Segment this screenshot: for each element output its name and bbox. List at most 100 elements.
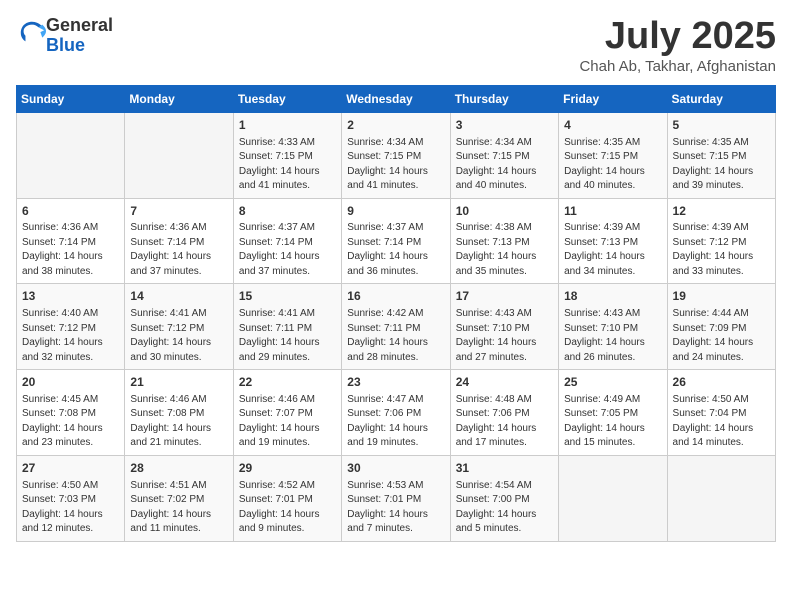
day-number: 2 <box>347 117 444 134</box>
day-number: 8 <box>239 203 336 220</box>
calendar-cell: 6Sunrise: 4:36 AMSunset: 7:14 PMDaylight… <box>17 198 125 284</box>
day-number: 7 <box>130 203 227 220</box>
day-info: Sunrise: 4:52 AMSunset: 7:01 PMDaylight:… <box>239 479 336 537</box>
weekday-header: Thursday <box>450 85 558 112</box>
day-number: 26 <box>673 374 770 391</box>
day-info: Sunrise: 4:44 AMSunset: 7:09 PMDaylight:… <box>673 307 770 365</box>
calendar-week-row: 20 Sunrise: 4:45 AMSunset: 7:08 PMDayligh… <box>17 370 776 456</box>
day-info: Sunrise: 4:35 AMSunset: 7:15 PMDaylight:… <box>673 136 770 194</box>
calendar-cell: 3Sunrise: 4:34 AMSunset: 7:15 PMDaylight… <box>450 112 558 198</box>
day-number: 30 <box>347 460 444 477</box>
month-title: July 2025 <box>579 16 776 58</box>
day-info: Sunrise: 4:37 AMSunset: 7:14 PMDaylight:… <box>239 221 336 279</box>
day-info: Sunrise: 4:36 AMSunset: 7:14 PMDaylight:… <box>130 221 227 279</box>
logo-blue-text: Blue <box>46 35 85 55</box>
day-info: Sunrise: 4:39 AMSunset: 7:13 PMDaylight:… <box>564 221 661 279</box>
calendar-cell: 27 Sunrise: 4:50 AMSunset: 7:03 PMDayligh… <box>17 455 125 541</box>
day-number: 18 <box>564 288 661 305</box>
calendar-cell: 11Sunrise: 4:39 AMSunset: 7:13 PMDayligh… <box>559 198 667 284</box>
day-number: 31 <box>456 460 553 477</box>
day-number: 20 <box>22 374 119 391</box>
calendar-cell: 20 Sunrise: 4:45 AMSunset: 7:08 PMDayligh… <box>17 370 125 456</box>
calendar-cell <box>667 455 775 541</box>
day-info: Sunrise: 4:43 AMSunset: 7:10 PMDaylight:… <box>564 307 661 365</box>
day-number: 16 <box>347 288 444 305</box>
calendar-week-row: 1 Sunrise: 4:33 AMSunset: 7:15 PMDaylight… <box>17 112 776 198</box>
calendar-cell: 22 Sunrise: 4:46 AMSunset: 7:07 PMDayligh… <box>233 370 341 456</box>
calendar-cell: 24Sunrise: 4:48 AMSunset: 7:06 PMDayligh… <box>450 370 558 456</box>
calendar-week-row: 13 Sunrise: 4:40 AMSunset: 7:12 PMDayligh… <box>17 284 776 370</box>
day-number: 14 <box>130 288 227 305</box>
logo-general-text: General <box>46 15 113 35</box>
calendar-cell: 4 Sunrise: 4:35 AMSunset: 7:15 PMDaylight… <box>559 112 667 198</box>
day-info: Sunrise: 4:49 AMSunset: 7:05 PMDaylight:… <box>564 393 661 451</box>
day-info: Sunrise: 4:40 AMSunset: 7:12 PMDaylight:… <box>22 307 119 365</box>
day-number: 21 <box>130 374 227 391</box>
day-number: 28 <box>130 460 227 477</box>
day-info: Sunrise: 4:41 AMSunset: 7:11 PMDaylight:… <box>239 307 336 365</box>
calendar-cell <box>559 455 667 541</box>
day-info: Sunrise: 4:53 AMSunset: 7:01 PMDaylight:… <box>347 479 444 537</box>
day-info: Sunrise: 4:35 AMSunset: 7:15 PMDaylight:… <box>564 136 661 194</box>
weekday-header: Sunday <box>17 85 125 112</box>
day-info: Sunrise: 4:39 AMSunset: 7:12 PMDaylight:… <box>673 221 770 279</box>
calendar-cell: 12Sunrise: 4:39 AMSunset: 7:12 PMDayligh… <box>667 198 775 284</box>
calendar-week-row: 27 Sunrise: 4:50 AMSunset: 7:03 PMDayligh… <box>17 455 776 541</box>
day-number: 27 <box>22 460 119 477</box>
day-number: 29 <box>239 460 336 477</box>
calendar-cell: 7Sunrise: 4:36 AMSunset: 7:14 PMDaylight… <box>125 198 233 284</box>
calendar-cell: 9Sunrise: 4:37 AMSunset: 7:14 PMDaylight… <box>342 198 450 284</box>
day-info: Sunrise: 4:45 AMSunset: 7:08 PMDaylight:… <box>22 393 119 451</box>
day-number: 13 <box>22 288 119 305</box>
location-subtitle: Chah Ab, Takhar, Afghanistan <box>579 58 776 75</box>
calendar-cell: 18 Sunrise: 4:43 AMSunset: 7:10 PMDayligh… <box>559 284 667 370</box>
day-info: Sunrise: 4:46 AMSunset: 7:08 PMDaylight:… <box>130 393 227 451</box>
day-info: Sunrise: 4:34 AMSunset: 7:15 PMDaylight:… <box>347 136 444 194</box>
day-info: Sunrise: 4:41 AMSunset: 7:12 PMDaylight:… <box>130 307 227 365</box>
weekday-header: Wednesday <box>342 85 450 112</box>
day-info: Sunrise: 4:37 AMSunset: 7:14 PMDaylight:… <box>347 221 444 279</box>
calendar-cell: 31 Sunrise: 4:54 AMSunset: 7:00 PMDayligh… <box>450 455 558 541</box>
calendar-cell: 16 Sunrise: 4:42 AMSunset: 7:11 PMDayligh… <box>342 284 450 370</box>
day-info: Sunrise: 4:34 AMSunset: 7:15 PMDaylight:… <box>456 136 553 194</box>
calendar-cell: 10Sunrise: 4:38 AMSunset: 7:13 PMDayligh… <box>450 198 558 284</box>
calendar-cell: 2 Sunrise: 4:34 AMSunset: 7:15 PMDaylight… <box>342 112 450 198</box>
calendar-cell: 21 Sunrise: 4:46 AMSunset: 7:08 PMDayligh… <box>125 370 233 456</box>
calendar-week-row: 6Sunrise: 4:36 AMSunset: 7:14 PMDaylight… <box>17 198 776 284</box>
day-info: Sunrise: 4:51 AMSunset: 7:02 PMDaylight:… <box>130 479 227 537</box>
day-info: Sunrise: 4:36 AMSunset: 7:14 PMDaylight:… <box>22 221 119 279</box>
calendar-cell: 23 Sunrise: 4:47 AMSunset: 7:06 PMDayligh… <box>342 370 450 456</box>
day-number: 22 <box>239 374 336 391</box>
day-number: 10 <box>456 203 553 220</box>
day-number: 19 <box>673 288 770 305</box>
day-info: Sunrise: 4:46 AMSunset: 7:07 PMDaylight:… <box>239 393 336 451</box>
day-number: 5 <box>673 117 770 134</box>
calendar-cell: 8Sunrise: 4:37 AMSunset: 7:14 PMDaylight… <box>233 198 341 284</box>
day-info: Sunrise: 4:43 AMSunset: 7:10 PMDaylight:… <box>456 307 553 365</box>
day-info: Sunrise: 4:50 AMSunset: 7:04 PMDaylight:… <box>673 393 770 451</box>
day-number: 9 <box>347 203 444 220</box>
weekday-header: Friday <box>559 85 667 112</box>
page-header: General Blue July 2025 Chah Ab, Takhar, … <box>16 16 776 75</box>
day-number: 15 <box>239 288 336 305</box>
calendar-cell: 13 Sunrise: 4:40 AMSunset: 7:12 PMDayligh… <box>17 284 125 370</box>
logo: General Blue <box>16 16 113 56</box>
logo-icon <box>18 19 46 47</box>
day-number: 23 <box>347 374 444 391</box>
day-number: 1 <box>239 117 336 134</box>
day-info: Sunrise: 4:47 AMSunset: 7:06 PMDaylight:… <box>347 393 444 451</box>
day-number: 24 <box>456 374 553 391</box>
calendar-cell: 1 Sunrise: 4:33 AMSunset: 7:15 PMDaylight… <box>233 112 341 198</box>
day-info: Sunrise: 4:50 AMSunset: 7:03 PMDaylight:… <box>22 479 119 537</box>
day-info: Sunrise: 4:42 AMSunset: 7:11 PMDaylight:… <box>347 307 444 365</box>
day-number: 17 <box>456 288 553 305</box>
day-number: 6 <box>22 203 119 220</box>
day-info: Sunrise: 4:54 AMSunset: 7:00 PMDaylight:… <box>456 479 553 537</box>
weekday-header: Saturday <box>667 85 775 112</box>
calendar-header-row: SundayMondayTuesdayWednesdayThursdayFrid… <box>17 85 776 112</box>
day-number: 4 <box>564 117 661 134</box>
day-info: Sunrise: 4:33 AMSunset: 7:15 PMDaylight:… <box>239 136 336 194</box>
calendar-cell: 19 Sunrise: 4:44 AMSunset: 7:09 PMDayligh… <box>667 284 775 370</box>
calendar-cell: 5 Sunrise: 4:35 AMSunset: 7:15 PMDaylight… <box>667 112 775 198</box>
calendar-table: SundayMondayTuesdayWednesdayThursdayFrid… <box>16 85 776 542</box>
